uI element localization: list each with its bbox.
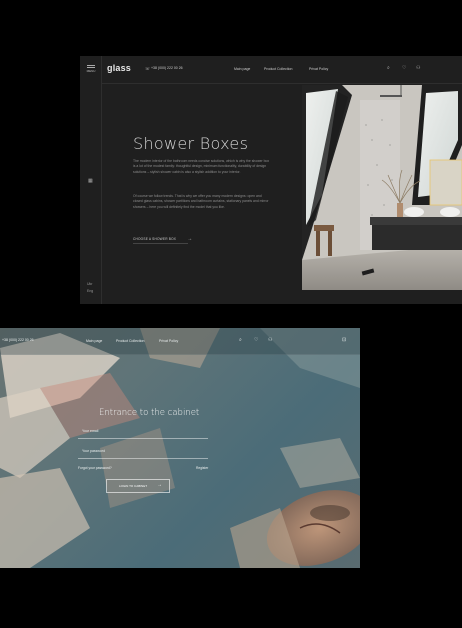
logo[interactable]: glass <box>107 63 131 73</box>
side-menu: MENU ▦ Ukr Eng <box>80 56 102 304</box>
bag-icon[interactable]: ⊡ <box>342 337 346 343</box>
nav-main-page[interactable]: Main page <box>234 67 250 71</box>
email-field <box>78 424 208 439</box>
email-input[interactable] <box>82 429 202 433</box>
menu-label: MENU <box>86 69 96 73</box>
bathroom-illustration <box>302 85 462 290</box>
header: glass ☏ +38 (000) 222 00 26 Main page Pr… <box>101 56 462 84</box>
nav-product-collection[interactable]: Product Collection <box>116 339 144 343</box>
nav-privat-policy[interactable]: Privat Policy <box>159 339 178 343</box>
user-icon[interactable]: ⚇ <box>416 65 420 71</box>
nav-main-page[interactable]: Main page <box>86 339 102 343</box>
language-ukr[interactable]: Ukr <box>87 282 92 286</box>
menu-button[interactable]: MENU <box>85 64 97 73</box>
page-title: Shower Boxes <box>133 134 249 153</box>
password-input[interactable] <box>82 449 202 453</box>
choose-shower-box-link[interactable]: CHOOSE A SHOWER BOX → <box>133 236 192 242</box>
password-field <box>78 444 208 459</box>
search-icon[interactable]: ⌕ <box>387 65 390 71</box>
language-eng[interactable]: Eng <box>87 289 93 293</box>
login-button-label: LOGIN TO CABINET <box>119 484 148 488</box>
nav-privat-policy[interactable]: Privat Policy <box>309 67 328 71</box>
phone-icon: ☏ <box>145 66 151 71</box>
phone-number[interactable]: +38 (000) 222 00 26 <box>2 338 34 342</box>
bathroom-photo <box>302 85 462 290</box>
register-link[interactable]: Register <box>196 466 208 470</box>
description-paragraph-1: The modern interior of the bathroom need… <box>133 159 270 174</box>
login-button[interactable]: LOGIN TO CABINET → <box>106 479 170 493</box>
hamburger-icon <box>85 65 97 68</box>
nav-product-collection[interactable]: Product Collection <box>264 67 292 71</box>
arrow-right-icon: → <box>187 236 193 242</box>
cta-underline <box>133 243 188 244</box>
heart-icon[interactable]: ♡ <box>254 337 258 343</box>
forgot-password-link[interactable]: Forgot your password? <box>78 466 112 470</box>
grid-icon[interactable]: ▦ <box>88 178 93 184</box>
search-icon[interactable]: ⌕ <box>239 337 242 343</box>
login-title: Entrance to the cabinet <box>99 408 200 418</box>
login-page-mockup: +38 (000) 222 00 26 Main page Product Co… <box>0 328 360 568</box>
cta-label: CHOOSE A SHOWER BOX <box>133 237 177 241</box>
header: +38 (000) 222 00 26 Main page Product Co… <box>0 328 360 355</box>
shower-boxes-page-mockup: MENU ▦ Ukr Eng glass ☏ +38 (000) 222 00 … <box>80 56 462 304</box>
arrow-right-icon: → <box>157 482 162 488</box>
heart-icon[interactable]: ♡ <box>402 65 406 71</box>
user-icon[interactable]: ⚇ <box>268 337 272 343</box>
description-paragraph-2: Of course we follow trends. That is why … <box>133 194 269 209</box>
phone-number[interactable]: +38 (000) 222 00 26 <box>151 66 183 70</box>
